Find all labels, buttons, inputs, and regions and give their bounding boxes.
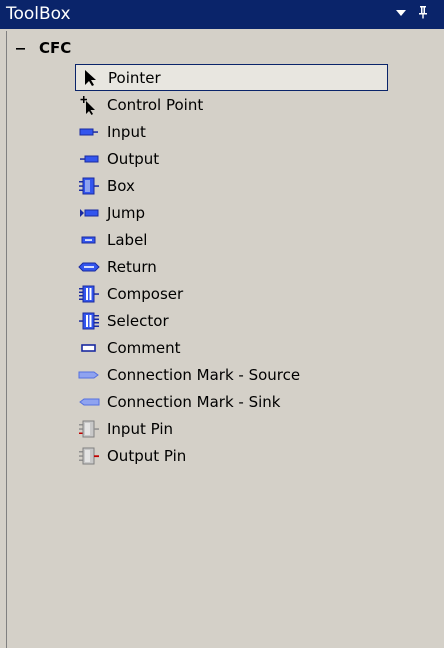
- tool-item-input[interactable]: Input: [75, 118, 388, 145]
- tool-label: Jump: [107, 203, 146, 222]
- comment-icon: [77, 338, 101, 358]
- box-icon: [77, 176, 101, 196]
- cfc-group-header[interactable]: CFC: [14, 38, 71, 58]
- tool-label: Connection Mark - Source: [107, 365, 301, 384]
- connection-mark-sink-icon: [77, 392, 101, 412]
- input-pin-icon: [77, 419, 101, 439]
- composer-icon: [77, 284, 101, 304]
- tool-item-composer[interactable]: Composer: [75, 280, 388, 307]
- tool-item-pointer[interactable]: Pointer: [75, 64, 388, 91]
- tool-item-jump[interactable]: Jump: [75, 199, 388, 226]
- group-label: CFC: [39, 39, 72, 57]
- pointer-icon: [78, 68, 102, 88]
- tool-item-control-point[interactable]: Control Point: [75, 91, 388, 118]
- tool-item-output[interactable]: Output: [75, 145, 388, 172]
- tool-item-label[interactable]: Label: [75, 226, 388, 253]
- tool-label: Output: [107, 149, 160, 168]
- control-point-icon: [77, 95, 101, 115]
- tool-label: Selector: [107, 311, 169, 330]
- tool-item-output-pin[interactable]: Output Pin: [75, 442, 388, 469]
- tool-label: Comment: [107, 338, 181, 357]
- pin-icon[interactable]: [414, 5, 432, 23]
- tool-item-connection-mark-source[interactable]: Connection Mark - Source: [75, 361, 388, 388]
- dropdown-arrow-icon[interactable]: [392, 5, 410, 23]
- label-icon: [77, 230, 101, 250]
- tool-label: Output Pin: [107, 446, 187, 465]
- input-icon: [77, 122, 101, 142]
- output-icon: [77, 149, 101, 169]
- return-icon: [77, 257, 101, 277]
- title-bar: ToolBox: [0, 0, 444, 29]
- output-pin-icon: [77, 446, 101, 466]
- tool-item-box[interactable]: Box: [75, 172, 388, 199]
- tool-label: Pointer: [108, 68, 161, 87]
- tool-label: Label: [107, 230, 148, 249]
- tool-item-selector[interactable]: Selector: [75, 307, 388, 334]
- toolbox-window: ToolBox CFC Pointer Control Point Input …: [0, 0, 444, 648]
- tool-item-connection-mark-sink[interactable]: Connection Mark - Sink: [75, 388, 388, 415]
- tool-label: Connection Mark - Sink: [107, 392, 281, 411]
- tool-label: Return: [107, 257, 157, 276]
- window-title: ToolBox: [6, 4, 71, 24]
- collapse-icon[interactable]: [14, 42, 27, 55]
- tool-item-input-pin[interactable]: Input Pin: [75, 415, 388, 442]
- tool-label: Composer: [107, 284, 184, 303]
- tool-label: Box: [107, 176, 135, 195]
- connection-mark-source-icon: [77, 365, 101, 385]
- jump-icon: [77, 203, 101, 223]
- tool-label: Input: [107, 122, 146, 141]
- selector-icon: [77, 311, 101, 331]
- tool-item-return[interactable]: Return: [75, 253, 388, 280]
- tool-label: Input Pin: [107, 419, 173, 438]
- tool-label: Control Point: [107, 95, 204, 114]
- tool-item-comment[interactable]: Comment: [75, 334, 388, 361]
